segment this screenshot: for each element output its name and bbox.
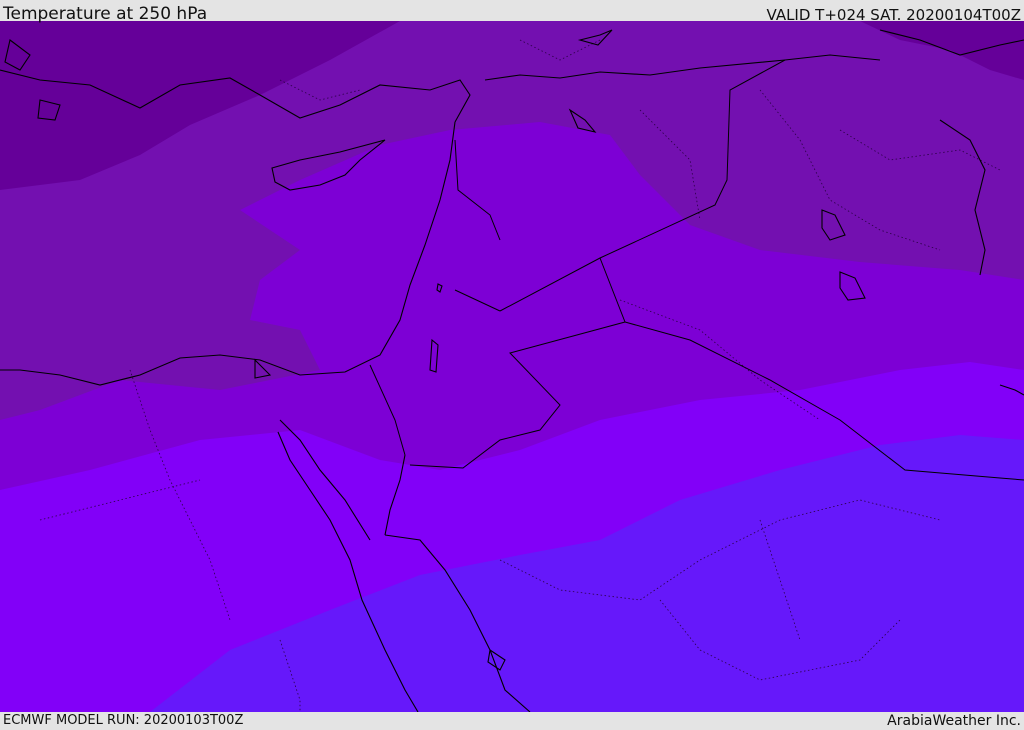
map-title: Temperature at 250 hPa	[3, 4, 208, 24]
valid-time-label: VALID T+024 SAT. 20200104T00Z	[766, 6, 1021, 24]
credit-label: ArabiaWeather Inc.	[887, 713, 1021, 729]
weather-map[interactable]	[0, 21, 1024, 712]
model-run-label: ECMWF MODEL RUN: 20200103T00Z	[3, 713, 244, 728]
footer-bar: ECMWF MODEL RUN: 20200103T00Z ArabiaWeat…	[0, 712, 1024, 729]
